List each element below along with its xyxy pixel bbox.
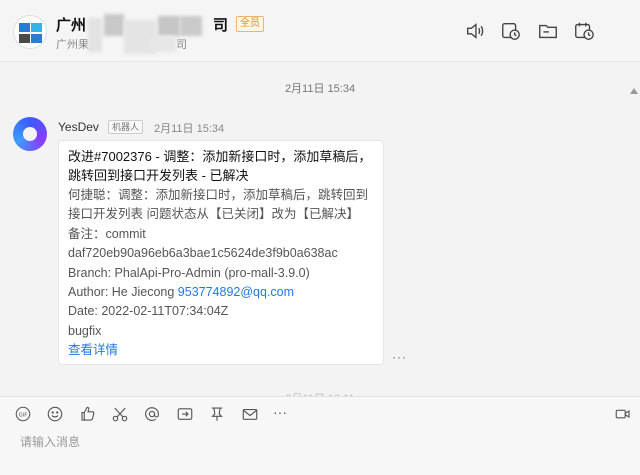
emoji-icon[interactable] <box>46 405 64 423</box>
author-line: Author: He Jiecong 953774892@qq.com <box>68 285 295 300</box>
scissors-icon[interactable] <box>111 405 129 423</box>
svg-text:GIF: GIF <box>19 412 28 418</box>
mail-icon[interactable] <box>241 405 259 423</box>
redaction-block <box>88 18 102 52</box>
chat-name-suffix: 司 <box>213 17 229 34</box>
view-details-link[interactable]: 查看详情 <box>68 341 374 360</box>
chat-subtitle: 广州果 <box>56 39 89 51</box>
author-email-link[interactable]: 953774892@qq.com <box>178 285 294 299</box>
message-line: 备注：commit <box>68 226 146 241</box>
message-more-button[interactable]: ··· <box>392 350 407 364</box>
sender-name[interactable]: YesDev <box>58 120 99 134</box>
redaction-block <box>104 14 124 36</box>
scrollbar-up-arrow[interactable] <box>630 88 638 94</box>
video-call-icon[interactable] <box>614 405 632 423</box>
date-separator: 2月11日 15:34 <box>284 83 356 95</box>
folder-icon[interactable] <box>537 20 559 42</box>
pin-icon[interactable] <box>208 405 226 423</box>
redaction-block <box>150 36 176 52</box>
calendar-clock-icon[interactable] <box>573 20 595 42</box>
forward-icon[interactable] <box>176 405 194 423</box>
chat-subtitle-suffix: 司 <box>176 39 187 51</box>
message-line: Date: 2022-02-11T07:34:04Z <box>68 304 229 319</box>
message-title: 改进#7002376 - 调整：添加新接口时，添加草稿后， 跳转回到接口开发列表… <box>68 149 372 183</box>
composer: GIF ··· 请输入消息 <box>0 396 640 475</box>
speaker-icon[interactable] <box>464 20 486 42</box>
all-members-badge: 全员 <box>236 16 264 32</box>
thumbs-up-icon[interactable] <box>79 405 97 423</box>
message-line: bugfix <box>68 323 102 338</box>
message-line: 何捷聪：调整：添加新接口时，添加草稿后，跳转回到 <box>68 188 369 202</box>
bot-avatar[interactable] <box>13 117 47 151</box>
clock-history-icon[interactable] <box>500 20 522 42</box>
message-time: 2月11日 15:34 <box>154 123 225 135</box>
more-icon[interactable]: ··· <box>273 405 291 423</box>
group-avatar[interactable] <box>13 15 47 49</box>
chat-header: 广州 司 广州果 司 全员 <box>0 0 640 62</box>
message-bubble[interactable]: 改进#7002376 - 调整：添加新接口时，添加草稿后， 跳转回到接口开发列表… <box>58 140 384 365</box>
bot-tag: 机器人 <box>108 120 144 134</box>
commit-hash: daf720eb90a96eb6a3bae1c5624de3f9b0a638ac <box>68 246 338 261</box>
message-line: 接口开发列表 问题状态从【已关闭】改为【已解决】 <box>68 207 359 222</box>
gif-icon[interactable]: GIF <box>14 405 32 423</box>
redaction-block <box>158 16 180 36</box>
chat-name[interactable]: 广州 <box>56 14 86 35</box>
at-icon[interactable] <box>143 405 161 423</box>
message-line: Branch: PhalApi-Pro-Admin (pro-mall-3.9.… <box>68 265 310 280</box>
redaction-block <box>180 16 202 36</box>
message-input[interactable]: 请输入消息 <box>20 433 80 450</box>
